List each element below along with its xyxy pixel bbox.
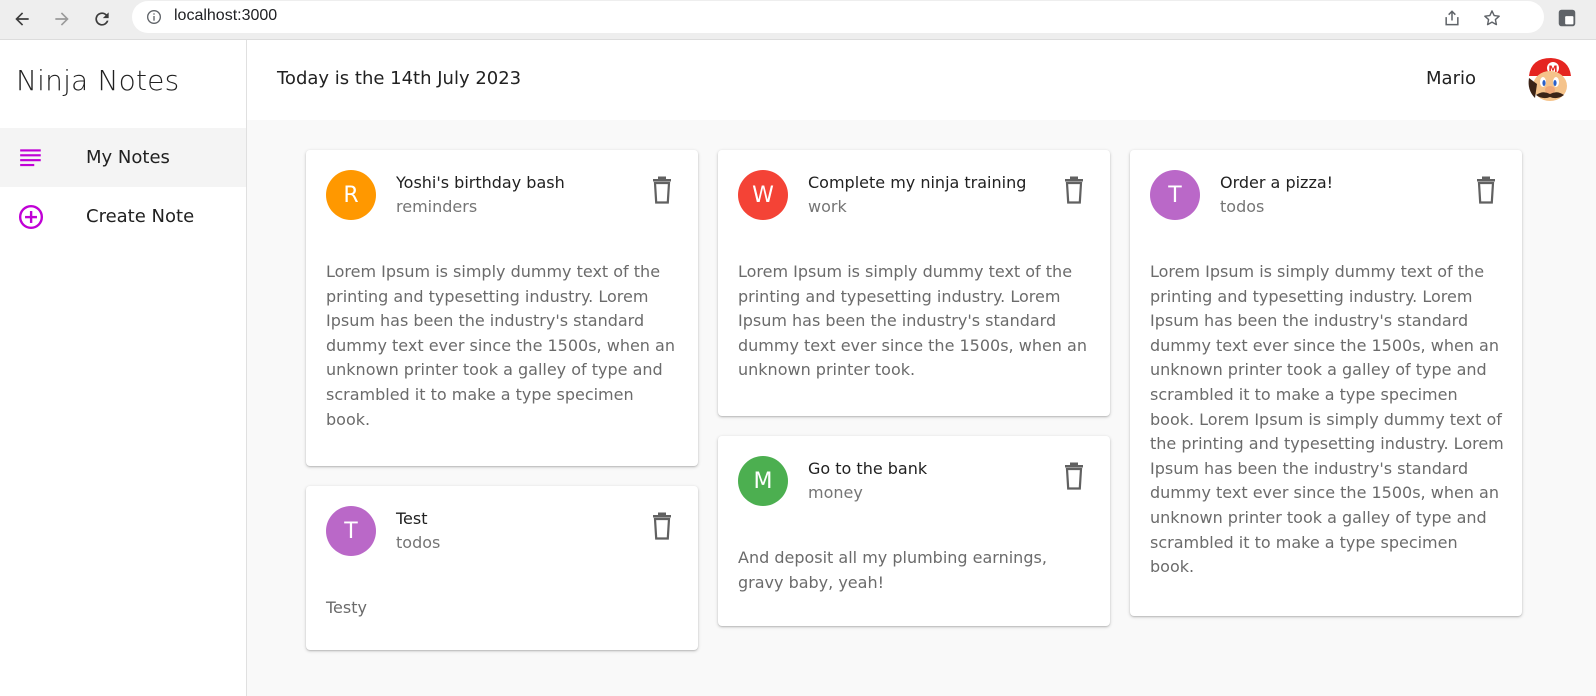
back-button[interactable]	[8, 5, 36, 33]
note-avatar: W	[738, 170, 788, 220]
note-avatar: M	[738, 456, 788, 506]
back-icon	[15, 12, 29, 26]
app-header: Today is the 14th July 2023 Mario M	[247, 40, 1596, 120]
sidebar-item-label: Create Note	[86, 206, 195, 227]
note-title: Order a pizza!	[1220, 173, 1334, 192]
date-text: Today is the 14th July 2023	[277, 68, 522, 89]
note-avatar: R	[326, 170, 376, 220]
address-bar[interactable]: localhost:3000	[132, 1, 1544, 33]
note-body: And deposit all my plumbing earnings, gr…	[738, 548, 1047, 592]
note-avatar: T	[326, 506, 376, 556]
note-body: Lorem Ipsum is simply dummy text of the …	[326, 262, 675, 429]
note-category: work	[808, 197, 847, 216]
note-body: Testy	[326, 598, 367, 617]
note-category: todos	[1220, 197, 1265, 216]
note-title: Go to the bank	[808, 459, 928, 478]
note-card: W Complete my ninja training work Lorem …	[718, 150, 1110, 416]
delete-icon[interactable]	[650, 176, 674, 204]
app-title: Ninja Notes	[16, 64, 180, 97]
note-title: Test	[396, 509, 428, 528]
note-avatar: T	[1150, 170, 1200, 220]
share-icon[interactable]	[1442, 8, 1462, 28]
browser-toolbar: localhost:3000	[0, 0, 1596, 40]
mario-avatar-icon: M	[1523, 54, 1575, 106]
star-icon[interactable]	[1482, 8, 1502, 28]
sidebar: Ninja Notes My Notes Create Note	[0, 40, 247, 696]
delete-icon[interactable]	[1062, 462, 1086, 490]
add-circle-icon	[18, 204, 44, 229]
delete-icon[interactable]	[650, 512, 674, 540]
reload-button[interactable]	[88, 5, 116, 33]
url-text[interactable]: localhost:3000	[174, 7, 277, 25]
sidebar-item-label: My Notes	[86, 147, 170, 168]
note-title: Complete my ninja training	[808, 173, 1027, 192]
delete-icon[interactable]	[1062, 176, 1086, 204]
note-card: T Order a pizza! todos Lorem Ipsum is si…	[1130, 150, 1522, 616]
sidebar-item-my-notes[interactable]: My Notes	[0, 128, 246, 187]
reload-icon	[95, 12, 109, 26]
forward-icon	[55, 12, 69, 26]
note-category: reminders	[396, 197, 478, 216]
note-card: R Yoshi's birthday bash reminders Lorem …	[306, 150, 698, 466]
note-category: money	[808, 483, 863, 502]
user-name: Mario	[1426, 68, 1476, 89]
sidebar-item-create-note[interactable]: Create Note	[0, 187, 246, 246]
note-card: T Test todos Testy	[306, 486, 698, 650]
note-category: todos	[396, 533, 441, 552]
note-body: Lorem Ipsum is simply dummy text of the …	[738, 262, 1087, 380]
extension-icon[interactable]	[1556, 7, 1578, 29]
delete-icon[interactable]	[1474, 176, 1498, 204]
forward-button[interactable]	[48, 5, 76, 33]
notes-list-icon	[20, 148, 41, 166]
avatar[interactable]: M	[1523, 54, 1575, 106]
note-body: Lorem Ipsum is simply dummy text of the …	[1150, 262, 1504, 577]
note-card: M Go to the bank money And deposit all m…	[718, 436, 1110, 626]
info-icon[interactable]	[146, 9, 162, 25]
note-title: Yoshi's birthday bash	[396, 173, 565, 192]
